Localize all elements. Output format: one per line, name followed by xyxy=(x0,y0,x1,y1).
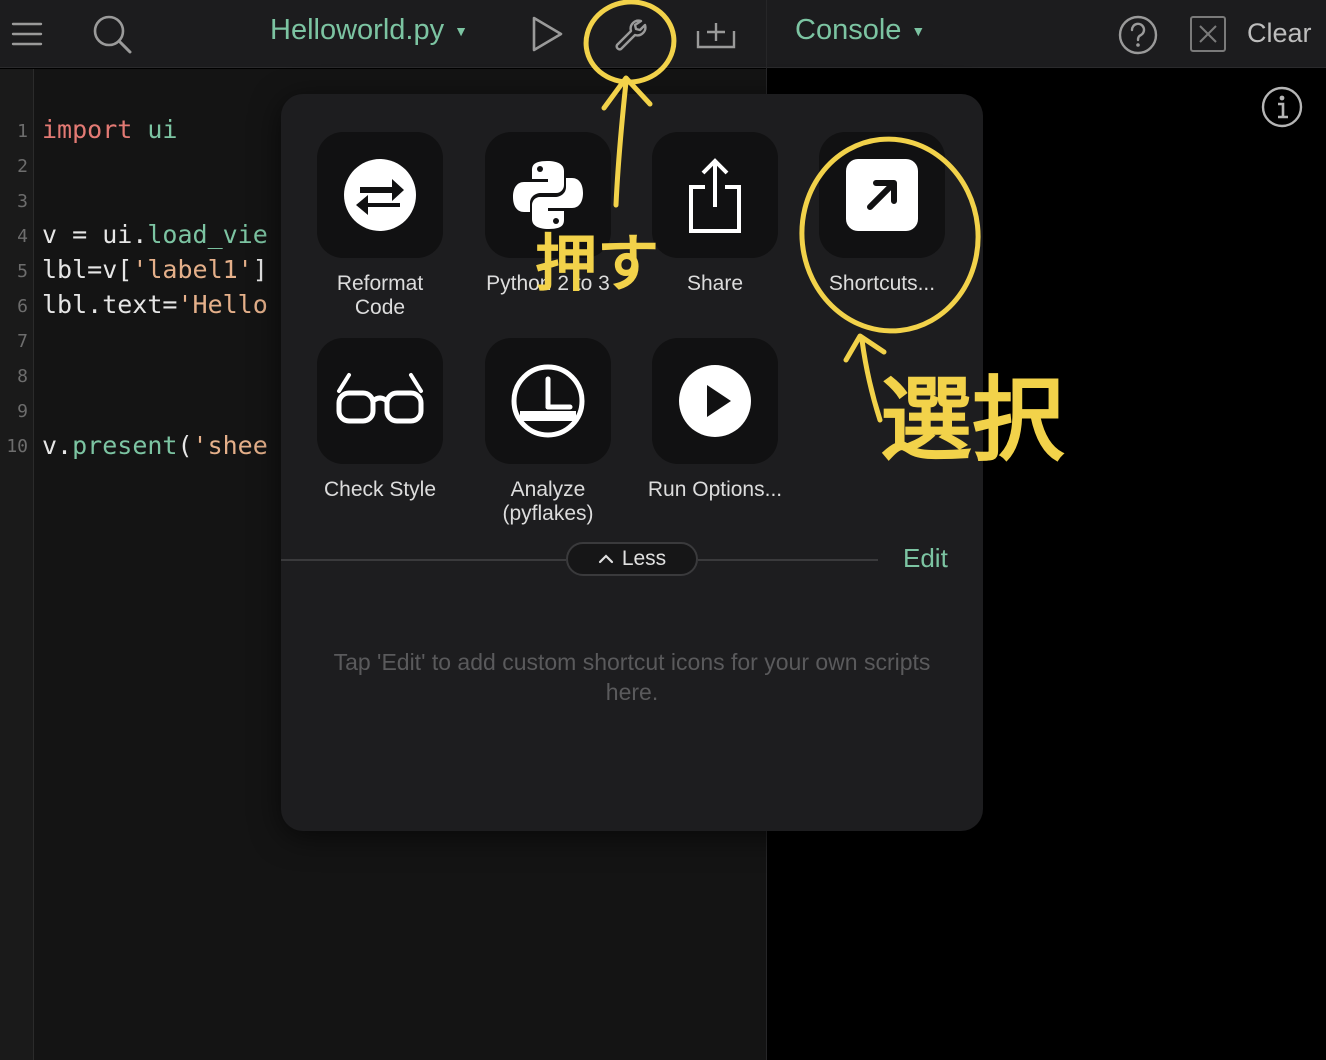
share-button[interactable]: Share xyxy=(631,132,799,296)
line-number: 2 xyxy=(17,156,28,177)
tile-label: Python 2 to 3 xyxy=(486,272,610,295)
search-icon[interactable] xyxy=(90,12,134,56)
code-line: v = ui.load_vie xyxy=(42,220,268,249)
tile-label: Reformat Code xyxy=(336,272,424,319)
python-icon xyxy=(485,132,611,258)
tile-label: Run Options... xyxy=(647,478,783,501)
close-icon[interactable] xyxy=(1188,14,1228,54)
analyze-pyflakes-button[interactable]: Analyze (pyflakes) xyxy=(464,338,632,526)
analyze-icon xyxy=(485,338,611,464)
line-number: 1 xyxy=(17,121,28,142)
less-label: Less xyxy=(621,547,667,570)
file-title-label: Helloworld.py xyxy=(270,14,445,46)
less-button[interactable]: Less xyxy=(566,542,698,576)
line-number: 8 xyxy=(17,366,28,387)
tile-label: Share xyxy=(686,272,744,295)
empty-hint: Tap 'Edit' to add custom shortcut icons … xyxy=(333,649,931,705)
tile-label: Analyze (pyflakes) xyxy=(502,478,594,525)
line-number: 5 xyxy=(17,261,28,282)
line-number: 6 xyxy=(17,296,28,317)
glasses-icon xyxy=(317,338,443,464)
run-options-button[interactable]: Run Options... xyxy=(631,338,799,502)
check-style-button[interactable]: Check Style xyxy=(296,338,464,502)
separator xyxy=(281,559,566,561)
add-tab-icon[interactable] xyxy=(694,16,738,52)
reformat-code-button[interactable]: Reformat Code xyxy=(296,132,464,320)
console-title-label: Console xyxy=(795,14,902,46)
actions-popover: Reformat Code Python 2 to 3 Share Shortc… xyxy=(281,94,983,831)
file-title[interactable]: Helloworld.py ▼ xyxy=(270,14,468,47)
line-gutter: 1 2 3 4 5 6 7 8 9 10 xyxy=(0,69,34,1060)
code-line: lbl.text='Hello xyxy=(42,290,268,319)
reformat-icon xyxy=(317,132,443,258)
tile-label: Check Style xyxy=(323,478,437,501)
separator xyxy=(698,559,878,561)
play-circle-icon xyxy=(652,338,778,464)
edit-button[interactable]: Edit xyxy=(903,543,948,574)
shortcut-arrow-icon xyxy=(819,132,945,258)
shortcuts-button[interactable]: Shortcuts... xyxy=(798,132,966,296)
tile-label: Shortcuts... xyxy=(828,272,936,295)
line-number: 7 xyxy=(17,331,28,352)
clear-button[interactable]: Clear xyxy=(1247,18,1312,49)
menu-icon[interactable] xyxy=(10,18,44,50)
code-line: lbl=v['label1'] xyxy=(42,255,268,284)
help-icon[interactable] xyxy=(1116,13,1160,57)
line-number: 9 xyxy=(17,401,28,422)
line-number: 3 xyxy=(17,191,28,212)
code-line: import ui xyxy=(42,115,178,144)
top-toolbar: Helloworld.py ▼ Console ▼ Clear xyxy=(0,0,1326,68)
wrench-icon[interactable] xyxy=(610,14,652,56)
play-icon[interactable] xyxy=(528,14,566,54)
code-line: v.present('shee xyxy=(42,431,268,460)
caret-down-icon: ▼ xyxy=(911,22,926,39)
chevron-up-icon xyxy=(598,554,613,564)
info-icon[interactable] xyxy=(1260,85,1304,129)
python-2-to-3-button[interactable]: Python 2 to 3 xyxy=(464,132,632,296)
share-icon xyxy=(652,132,778,258)
caret-down-icon: ▼ xyxy=(454,22,468,39)
line-number: 4 xyxy=(17,226,28,247)
line-number: 10 xyxy=(6,436,28,457)
console-title[interactable]: Console ▼ xyxy=(795,14,925,47)
